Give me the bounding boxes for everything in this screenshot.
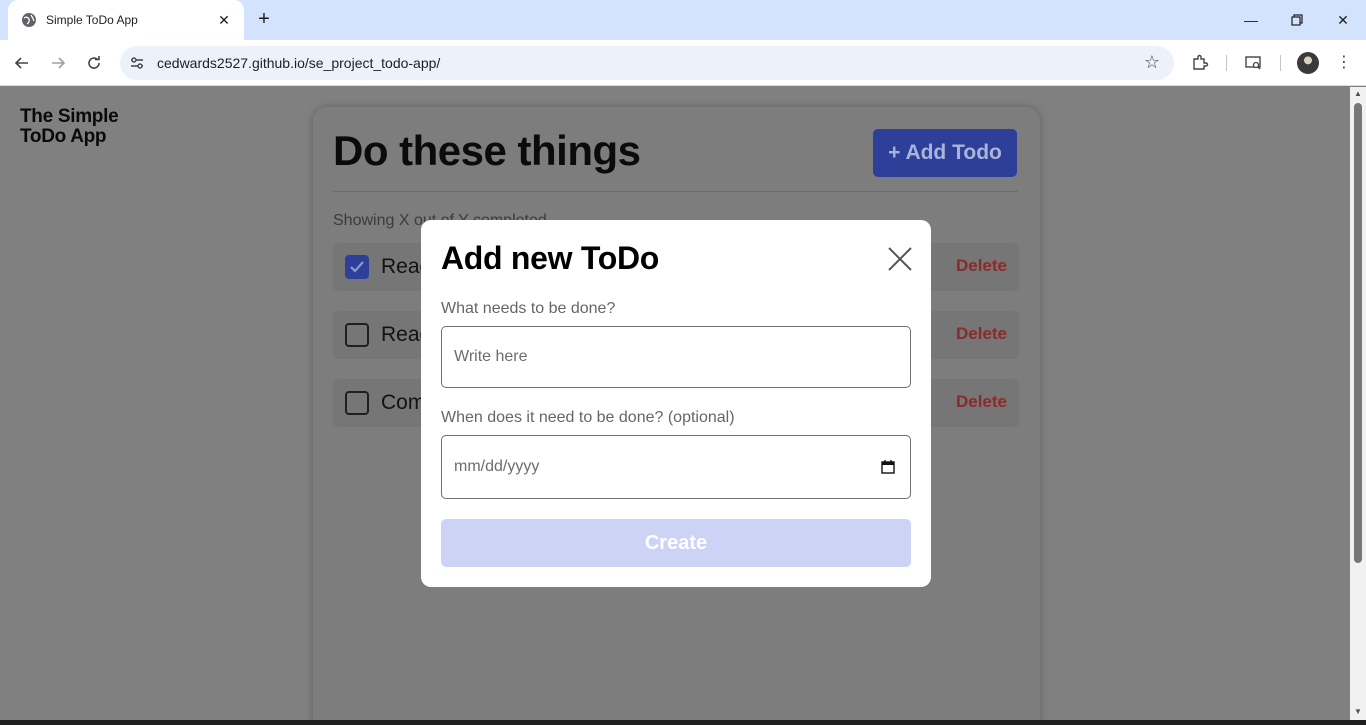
tab-title: Simple ToDo App [46, 13, 138, 27]
address-bar[interactable]: cedwards2527.github.io/se_project_todo-a… [120, 46, 1174, 80]
todo-date-label: When does it need to be done? (optional) [441, 409, 735, 426]
delete-button[interactable]: Delete [956, 256, 1007, 276]
tune-icon[interactable] [129, 55, 145, 71]
menu-icon[interactable]: ⋮ [1332, 51, 1356, 75]
create-button[interactable]: Create [441, 519, 911, 567]
forward-arrow-icon[interactable] [46, 51, 70, 75]
os-taskbar [0, 720, 1366, 725]
close-icon[interactable] [887, 246, 913, 272]
todo-checkbox[interactable] [345, 391, 369, 415]
window-close-icon[interactable]: ✕ [1331, 8, 1355, 32]
scroll-down-icon[interactable]: ▼ [1353, 707, 1363, 716]
delete-button[interactable]: Delete [956, 324, 1007, 344]
calendar-icon[interactable] [880, 459, 896, 475]
toolbar-separator [1226, 55, 1227, 71]
add-todo-modal: Add new ToDo What needs to be done? When… [421, 220, 931, 587]
star-icon[interactable]: ☆ [1144, 52, 1160, 73]
date-placeholder: mm/dd/yyyy [454, 458, 540, 475]
scroll-up-icon[interactable]: ▲ [1353, 89, 1363, 98]
todo-name-label: What needs to be done? [441, 300, 616, 317]
brand-logo: The Simple ToDo App [20, 106, 119, 147]
toolbar-separator [1280, 55, 1281, 71]
delete-button[interactable]: Delete [956, 392, 1007, 412]
browser-toolbar: cedwards2527.github.io/se_project_todo-a… [0, 40, 1366, 86]
todo-name-input[interactable] [441, 326, 911, 388]
reload-icon[interactable] [82, 51, 106, 75]
browser-tab[interactable]: Simple ToDo App ✕ [8, 0, 244, 40]
url-text: cedwards2527.github.io/se_project_todo-a… [157, 55, 441, 71]
check-icon [350, 261, 364, 273]
todo-checkbox[interactable] [345, 255, 369, 279]
avatar[interactable] [1297, 52, 1319, 74]
scrollbar-thumb[interactable] [1354, 103, 1362, 563]
todo-date-input[interactable]: mm/dd/yyyy [441, 435, 911, 499]
modal-title: Add new ToDo [441, 240, 659, 276]
todo-checkbox[interactable] [345, 323, 369, 347]
extensions-icon[interactable] [1188, 51, 1212, 75]
minimize-icon[interactable]: — [1239, 8, 1263, 32]
add-todo-button[interactable]: + Add Todo [873, 129, 1017, 177]
tab-close-icon[interactable]: ✕ [214, 12, 234, 29]
browser-tab-bar: Simple ToDo App ✕ + — ✕ [0, 0, 1366, 40]
restore-icon[interactable] [1285, 8, 1309, 32]
back-arrow-icon[interactable] [10, 51, 34, 75]
page-title: Do these things [333, 127, 641, 174]
globe-icon [21, 12, 37, 28]
todo-text: Com [381, 391, 426, 414]
cast-icon[interactable] [1241, 51, 1265, 75]
page-scrollbar[interactable]: ▲ ▼ [1350, 87, 1366, 720]
new-tab-plus-icon[interactable]: + [252, 8, 276, 32]
divider [333, 191, 1018, 192]
